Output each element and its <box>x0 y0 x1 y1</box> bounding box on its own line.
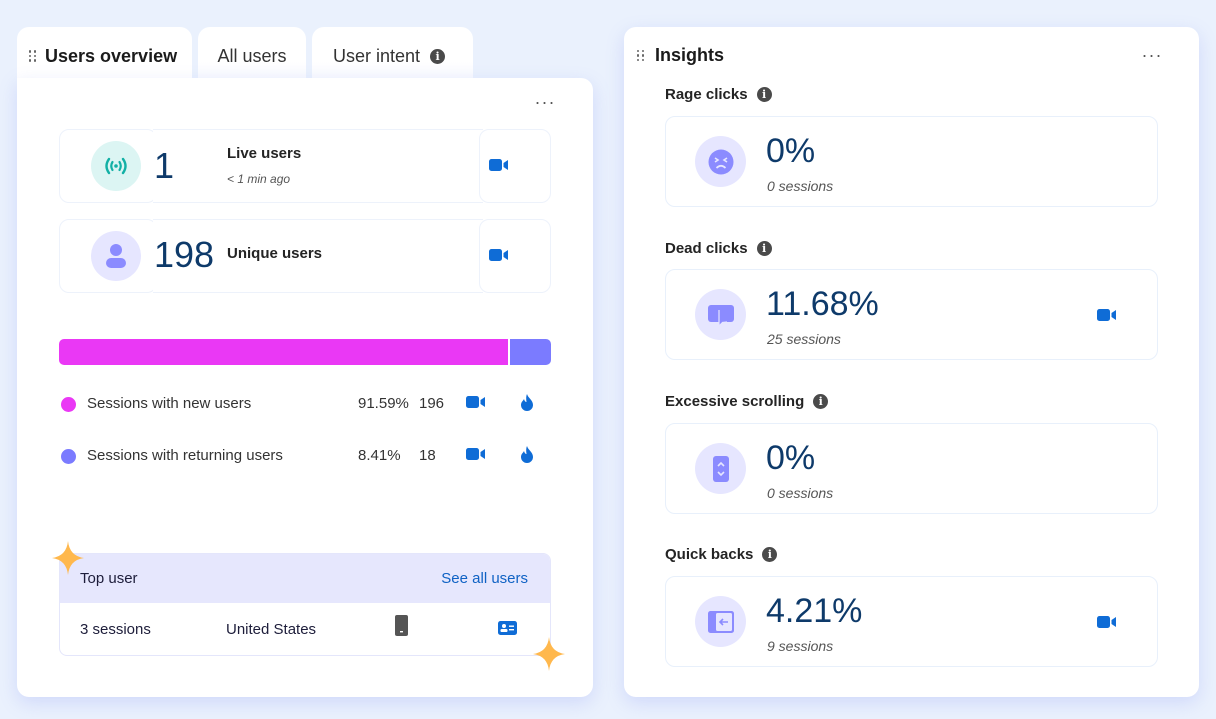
live-users-updated: < 1 min ago <box>227 172 291 186</box>
heatmap-flame-icon[interactable] <box>519 445 535 468</box>
legend-count: 18 <box>419 447 436 464</box>
video-camera-icon[interactable] <box>489 248 509 267</box>
contact-card-icon[interactable] <box>498 621 517 639</box>
legend-dot <box>61 449 76 464</box>
quick-back-icon <box>695 596 746 647</box>
insight-title: Dead clicks <box>665 240 748 257</box>
legend-label: Sessions with returning users <box>87 447 283 464</box>
video-camera-icon[interactable] <box>466 395 486 413</box>
legend-percent: 8.41% <box>358 447 401 464</box>
drag-handle-icon[interactable] <box>637 49 645 62</box>
heatmap-flame-icon[interactable] <box>519 393 535 416</box>
rage-clicks-card[interactable]: 0% 0 sessions <box>665 116 1158 207</box>
rage-clicks-label: Rage clicks i <box>665 86 772 103</box>
info-icon[interactable]: i <box>756 87 772 102</box>
broadcast-icon <box>91 141 141 191</box>
info-icon[interactable]: i <box>430 48 446 64</box>
insight-sessions: 9 sessions <box>767 638 834 654</box>
tab-label: All users <box>217 45 287 66</box>
excessive-scrolling-label: Excessive scrolling i <box>665 393 829 410</box>
tab-user-intent[interactable]: User intent i <box>312 27 473 85</box>
insight-sessions: 0 sessions <box>767 178 834 194</box>
legend-row-returning-users: Sessions with returning users 8.41% 18 <box>61 445 541 469</box>
insight-title: Excessive scrolling <box>665 393 805 410</box>
scroll-icon <box>695 443 746 494</box>
insight-title: Rage clicks <box>665 86 748 103</box>
person-icon <box>91 231 141 281</box>
unique-users-count: 198 <box>154 234 215 275</box>
see-all-users-link[interactable]: See all users <box>441 570 528 587</box>
more-options-button[interactable]: ... <box>535 88 556 109</box>
insight-value: 4.21% <box>766 592 863 630</box>
live-users-label: Live users <box>227 145 302 162</box>
insight-value: 0% <box>766 439 816 477</box>
dead-click-icon <box>695 289 746 340</box>
top-user-card: Top user See all users 3 sessions United… <box>59 553 551 656</box>
session-split-bar <box>59 339 551 365</box>
quick-backs-card[interactable]: 4.21% 9 sessions <box>665 576 1158 667</box>
top-user-sessions: 3 sessions <box>80 621 151 638</box>
top-user-header: Top user See all users <box>60 554 550 603</box>
video-camera-icon[interactable] <box>1097 615 1117 634</box>
mobile-phone-icon <box>395 615 408 640</box>
video-camera-icon[interactable] <box>489 158 509 177</box>
insight-sessions: 0 sessions <box>767 485 834 501</box>
dead-clicks-card[interactable]: 11.68% 25 sessions <box>665 269 1158 360</box>
sparkle-icon <box>533 637 565 676</box>
insight-title: Quick backs <box>665 546 754 563</box>
insight-value: 0% <box>766 132 816 170</box>
legend-percent: 91.59% <box>358 395 409 412</box>
insights-header: Insights <box>637 45 725 66</box>
live-users-card: 1 Live users < 1 min ago <box>59 129 551 203</box>
insights-panel: Insights ... Rage clicks i 0% 0 sessions… <box>624 27 1199 697</box>
angry-face-icon <box>695 136 746 187</box>
sparkle-icon <box>52 541 84 580</box>
live-users-count: 1 <box>154 145 175 186</box>
video-camera-icon[interactable] <box>1097 308 1117 327</box>
returning-users-segment[interactable] <box>509 339 551 365</box>
legend-dot <box>61 397 76 412</box>
tab-label: User intent <box>333 45 421 66</box>
tab-label: Users overview <box>45 45 178 66</box>
legend-label: Sessions with new users <box>87 395 252 412</box>
top-user-title: Top user <box>80 570 138 587</box>
insights-title: Insights <box>655 45 725 65</box>
more-options-button[interactable]: ... <box>1142 41 1163 62</box>
info-icon[interactable]: i <box>813 394 829 409</box>
top-user-row[interactable]: 3 sessions United States <box>60 603 550 655</box>
tab-all-users[interactable]: All users <box>198 27 306 85</box>
dead-clicks-label: Dead clicks i <box>665 240 772 257</box>
quick-backs-label: Quick backs i <box>665 546 778 563</box>
legend-count: 196 <box>419 395 445 412</box>
info-icon[interactable]: i <box>756 241 772 256</box>
legend-row-new-users: Sessions with new users 91.59% 196 <box>61 393 541 417</box>
info-icon[interactable]: i <box>762 547 778 562</box>
excessive-scrolling-card[interactable]: 0% 0 sessions <box>665 423 1158 514</box>
video-camera-icon[interactable] <box>466 447 486 465</box>
tab-users-overview[interactable]: Users overview <box>17 27 192 85</box>
unique-users-label: Unique users <box>227 245 323 262</box>
drag-handle-icon[interactable] <box>29 50 37 62</box>
top-user-country: United States <box>226 621 317 638</box>
unique-users-card: 198 Unique users <box>59 219 551 293</box>
insight-value: 11.68% <box>766 285 879 323</box>
insight-sessions: 25 sessions <box>767 331 841 347</box>
new-users-segment[interactable] <box>59 339 508 365</box>
